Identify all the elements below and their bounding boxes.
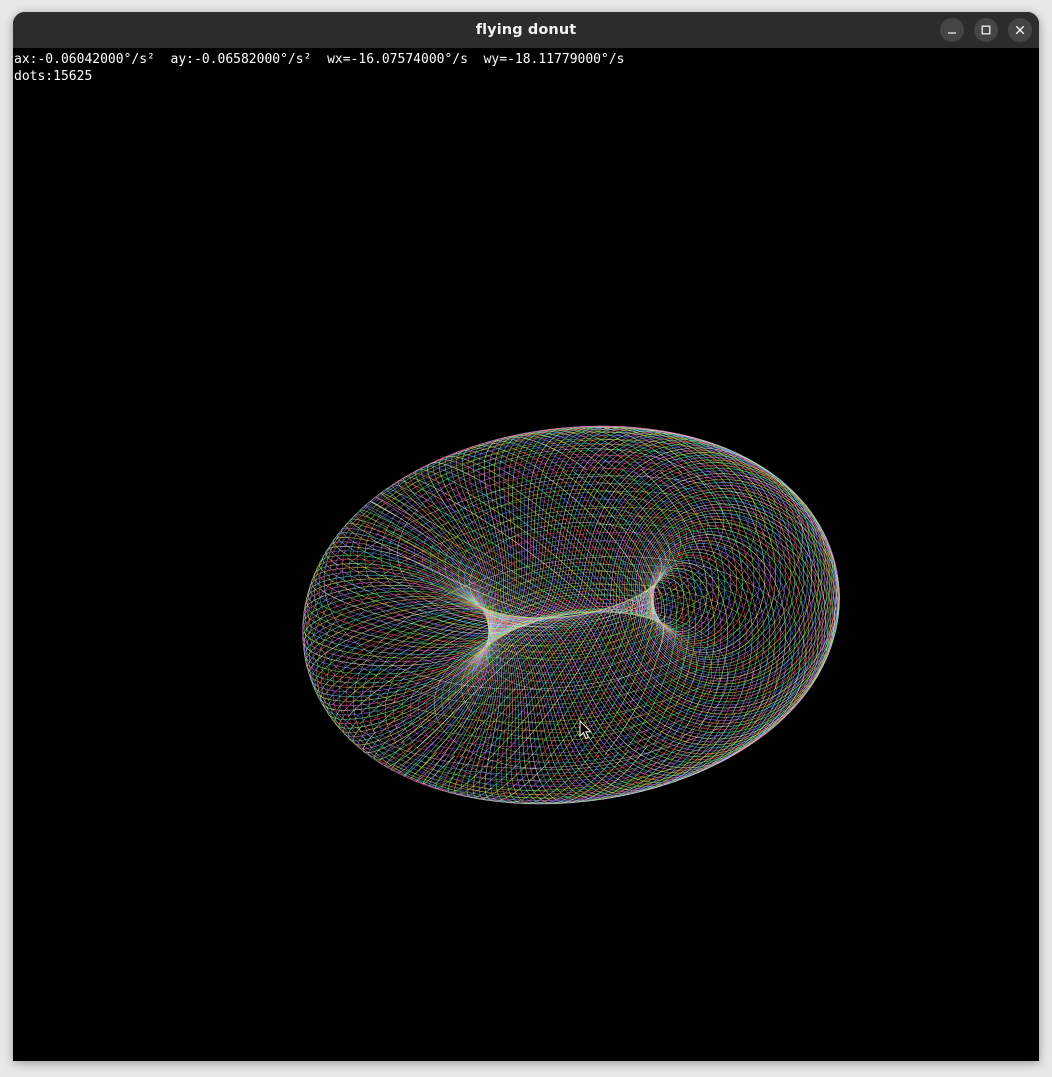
mouse-cursor-icon	[579, 720, 593, 740]
close-button[interactable]	[1008, 18, 1032, 42]
window-title: flying donut	[475, 22, 577, 38]
donut-wire-strand	[302, 461, 838, 755]
maximize-button[interactable]	[974, 18, 998, 42]
close-icon	[1015, 25, 1025, 35]
donut-wire-strand	[323, 431, 770, 632]
minimize-icon	[948, 32, 956, 34]
maximize-icon	[981, 25, 991, 35]
title-bar[interactable]: flying donut	[13, 12, 1039, 48]
donut-wire-strand	[303, 584, 648, 804]
donut-wire-strand	[308, 426, 734, 645]
minimize-button[interactable]	[940, 18, 964, 42]
hud-dots-readout: dots:15625	[14, 69, 93, 84]
donut-wire-strand	[346, 439, 800, 622]
window-controls	[940, 18, 1032, 42]
donut-wire-strand	[487, 569, 655, 661]
donut-render	[302, 425, 840, 805]
donut-wire-strand	[640, 468, 786, 689]
hud-readout: ax:-0.06042000°/s² ay:-0.06582000°/s² wx…	[14, 51, 624, 85]
app-window: flying donut ax:-0.06042000°/s² ay:-0.06…	[13, 12, 1039, 1061]
render-canvas-area[interactable]: ax:-0.06042000°/s² ay:-0.06582000°/s² wx…	[13, 48, 1039, 1061]
hud-motion-readout: ax:-0.06042000°/s² ay:-0.06582000°/s² wx…	[14, 52, 625, 67]
